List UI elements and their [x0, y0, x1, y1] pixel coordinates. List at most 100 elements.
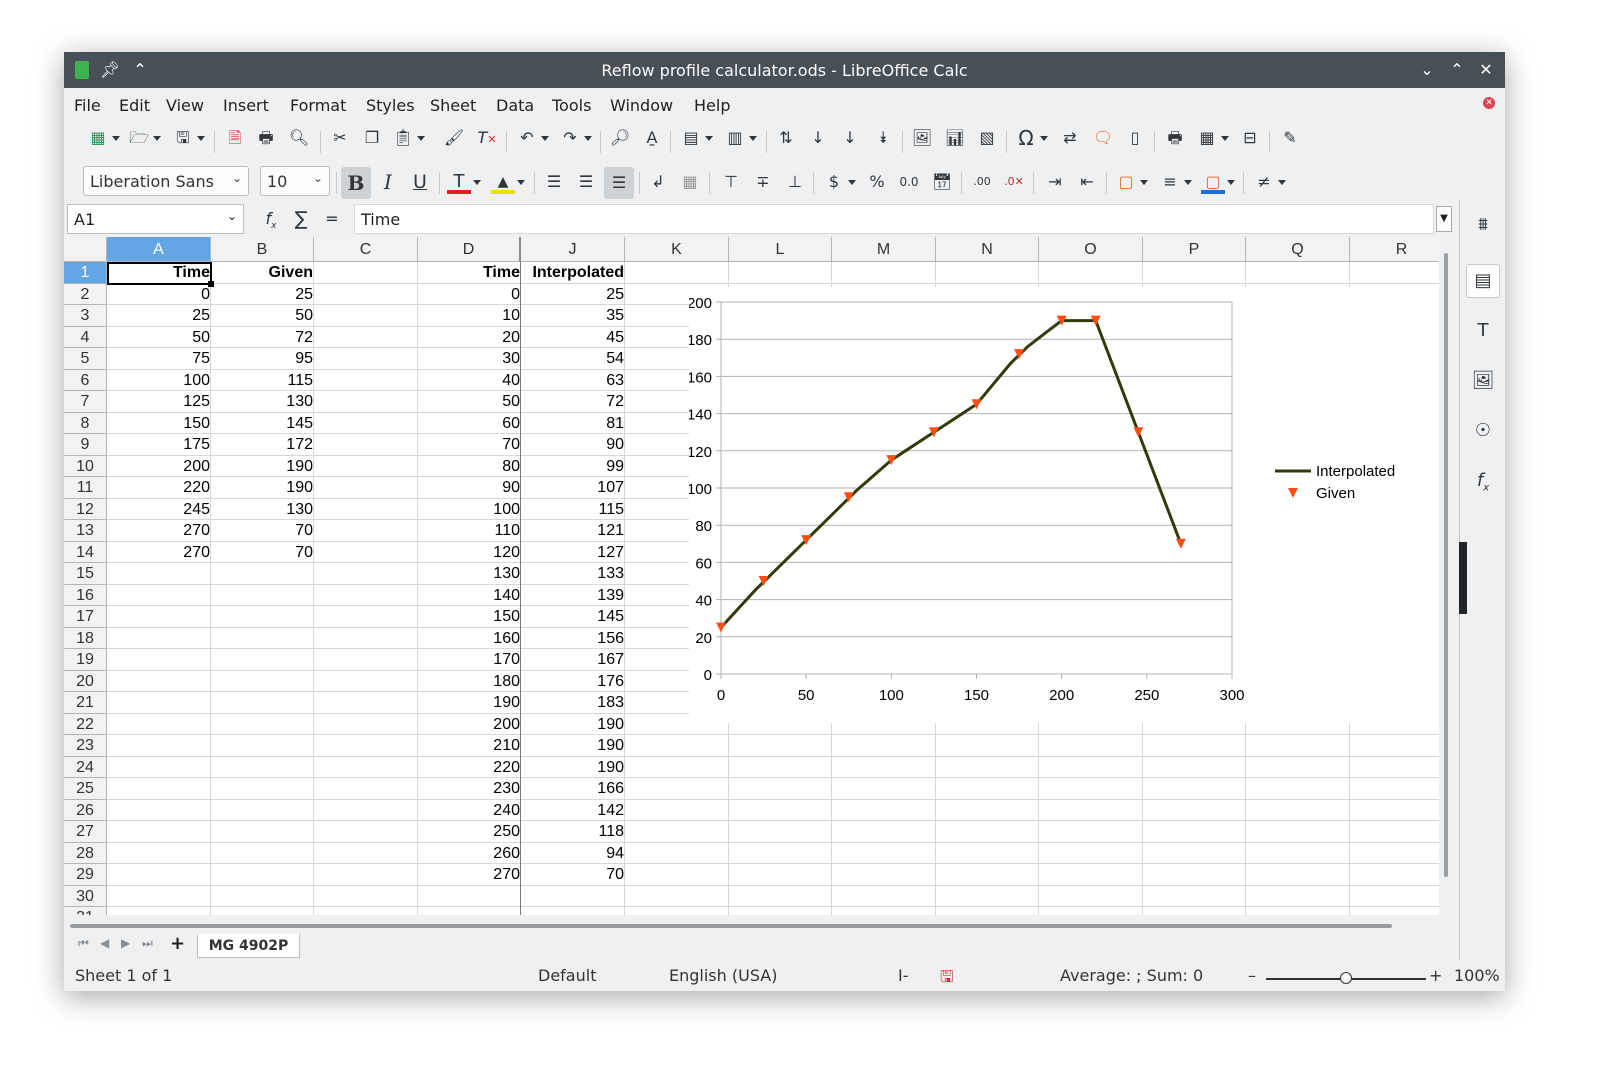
- zoom-level[interactable]: 100%: [1454, 966, 1500, 985]
- cell-b7[interactable]: 130: [211, 391, 314, 412]
- cell-d26[interactable]: 240: [418, 800, 521, 821]
- delete-decimal-icon[interactable]: .0✕: [1002, 170, 1026, 194]
- row-header[interactable]: 7: [64, 391, 107, 413]
- cell-d11[interactable]: 90: [418, 477, 521, 498]
- autofilter-icon[interactable]: ⯯: [871, 126, 895, 150]
- row-header[interactable]: 31: [64, 907, 107, 915]
- menu-file[interactable]: File: [74, 96, 101, 115]
- menu-styles[interactable]: Styles: [366, 96, 415, 115]
- cell-b2[interactable]: 25: [211, 284, 314, 305]
- cell-j13[interactable]: 121: [521, 520, 625, 541]
- wrap-text-icon[interactable]: ↲: [646, 170, 670, 194]
- add-sheet-icon[interactable]: +: [170, 933, 185, 954]
- font-size-combo[interactable]: 10 ⌄: [260, 166, 330, 196]
- formula-input[interactable]: Time: [354, 204, 1434, 234]
- cell-b8[interactable]: 145: [211, 413, 314, 434]
- column-header-b[interactable]: B: [211, 237, 314, 262]
- cell-d10[interactable]: 80: [418, 456, 521, 477]
- bold-icon[interactable]: B: [341, 167, 371, 199]
- zoom-in-icon[interactable]: +: [1429, 966, 1442, 985]
- underline-icon[interactable]: U: [408, 170, 432, 194]
- language[interactable]: English (USA): [669, 966, 777, 985]
- row-header[interactable]: 29: [64, 864, 107, 886]
- cell-d12[interactable]: 100: [418, 499, 521, 520]
- column-icon[interactable]: ▥: [723, 126, 757, 150]
- zoom-out-icon[interactable]: –: [1248, 966, 1256, 985]
- function-wizard-icon[interactable]: fx: [259, 207, 283, 231]
- sort-descending-icon[interactable]: ↓: [838, 126, 862, 150]
- name-box[interactable]: A1 ⌄: [67, 204, 244, 234]
- cell-d17[interactable]: 150: [418, 606, 521, 627]
- clone-formatting-icon[interactable]: 🖌︎: [442, 126, 466, 150]
- cell-a4[interactable]: 50: [107, 327, 211, 348]
- font-name-combo[interactable]: Liberation Sans ⌄: [83, 166, 249, 196]
- sort-ascending-icon[interactable]: ↓: [806, 126, 830, 150]
- cell-b12[interactable]: 130: [211, 499, 314, 520]
- define-print-area-icon[interactable]: 🖶︎: [1163, 126, 1187, 150]
- cell-b13[interactable]: 70: [211, 520, 314, 541]
- sidebar-collapse-handle[interactable]: [1459, 542, 1467, 614]
- sidebar-settings-icon[interactable]: ⩩: [1470, 212, 1496, 238]
- cell-d9[interactable]: 70: [418, 434, 521, 455]
- horizontal-scroll-thumb[interactable]: [70, 924, 1392, 928]
- cell-j21[interactable]: 183: [521, 692, 625, 713]
- first-sheet-icon[interactable]: ⏮︎: [78, 936, 89, 951]
- cell-j14[interactable]: 127: [521, 542, 625, 563]
- cell-a8[interactable]: 150: [107, 413, 211, 434]
- row-header[interactable]: 18: [64, 627, 107, 649]
- export-pdf-icon[interactable]: 🗎︎: [223, 126, 247, 150]
- sidebar-functions-icon[interactable]: fx: [1470, 468, 1496, 494]
- expand-formula-bar-icon[interactable]: ▼: [1436, 206, 1452, 232]
- clear-formatting-icon[interactable]: T✕: [475, 126, 499, 150]
- row-header[interactable]: 1: [64, 262, 107, 284]
- row-header[interactable]: 30: [64, 885, 107, 907]
- cell-j6[interactable]: 63: [521, 370, 625, 391]
- cell-a6[interactable]: 100: [107, 370, 211, 391]
- cell-a7[interactable]: 125: [107, 391, 211, 412]
- column-header-d[interactable]: D: [418, 237, 521, 262]
- column-header-q[interactable]: Q: [1246, 237, 1350, 262]
- cell-a13[interactable]: 270: [107, 520, 211, 541]
- cell-d1[interactable]: Time: [418, 262, 521, 283]
- highlight-color-icon[interactable]: ▲: [491, 170, 525, 194]
- cell-d19[interactable]: 170: [418, 649, 521, 670]
- cell-j5[interactable]: 54: [521, 348, 625, 369]
- row-header[interactable]: 20: [64, 670, 107, 692]
- cell-b4[interactable]: 72: [211, 327, 314, 348]
- decrease-indent-icon[interactable]: ⇤: [1075, 170, 1099, 194]
- borders-icon[interactable]: ▢: [1114, 170, 1148, 194]
- cell-b6[interactable]: 115: [211, 370, 314, 391]
- cell-j1[interactable]: Interpolated: [521, 262, 625, 283]
- cell-d15[interactable]: 130: [418, 563, 521, 584]
- cell-d23[interactable]: 210: [418, 735, 521, 756]
- redo-icon[interactable]: ↷: [558, 126, 592, 150]
- menu-view[interactable]: View: [166, 96, 204, 115]
- row-header[interactable]: 27: [64, 821, 107, 843]
- row-header[interactable]: 15: [64, 563, 107, 585]
- border-color-icon[interactable]: ▢: [1201, 170, 1235, 194]
- cell-a9[interactable]: 175: [107, 434, 211, 455]
- menu-edit[interactable]: Edit: [119, 96, 150, 115]
- menu-insert[interactable]: Insert: [223, 96, 269, 115]
- date-format-icon[interactable]: 📅︎: [930, 170, 954, 194]
- chart-object[interactable]: 0 20 40 60 80 100 120 140 160 180 200 0 50 100 150 200 2…: [687, 287, 1439, 723]
- cell-a10[interactable]: 200: [107, 456, 211, 477]
- column-header-m[interactable]: M: [832, 237, 936, 262]
- align-top-icon[interactable]: ⊤: [719, 170, 743, 194]
- cell-d4[interactable]: 20: [418, 327, 521, 348]
- number-format-icon[interactable]: 0.0: [897, 170, 921, 194]
- undo-icon[interactable]: ↶: [515, 126, 549, 150]
- row-header[interactable]: 9: [64, 434, 107, 456]
- cell-d21[interactable]: 190: [418, 692, 521, 713]
- sheet-tab-mg4902p[interactable]: MG 4902P: [197, 934, 300, 958]
- cell-d28[interactable]: 260: [418, 843, 521, 864]
- row-icon[interactable]: ▤: [679, 126, 713, 150]
- copy-icon[interactable]: ❐: [360, 126, 384, 150]
- cell-j23[interactable]: 190: [521, 735, 625, 756]
- menu-sheet[interactable]: Sheet: [430, 96, 476, 115]
- cell-d3[interactable]: 10: [418, 305, 521, 326]
- cell-d8[interactable]: 60: [418, 413, 521, 434]
- row-header[interactable]: 22: [64, 713, 107, 735]
- cell-a12[interactable]: 245: [107, 499, 211, 520]
- autofill-handle[interactable]: [208, 281, 214, 287]
